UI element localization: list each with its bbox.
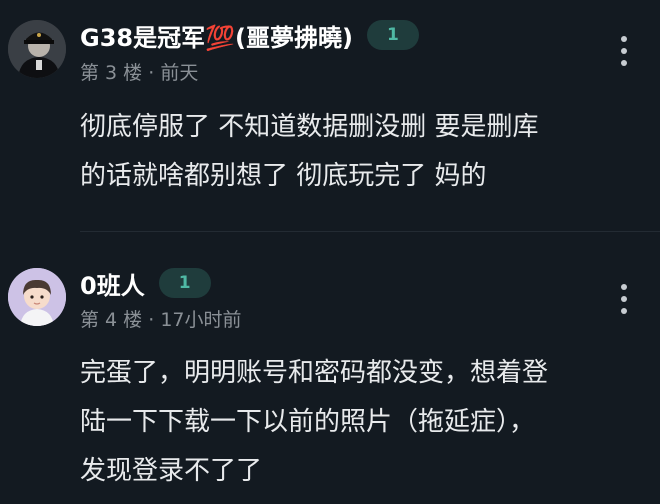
comment-line: 陆一下下载一下以前的照片（拖延症）， (80, 407, 536, 437)
comment-meta: 第 3 楼 · 前天 (80, 58, 198, 85)
floor-label: 第 4 楼 (80, 309, 143, 331)
more-vertical-icon-dot (621, 60, 627, 66)
comment-item: G38是冠军💯(噩夢拂曉) 1 第 3 楼 · 前天 彻底停服了 不知道数据删没… (0, 0, 660, 232)
comment-line: 的话就啥都别想了 彻底玩完了 妈的 (80, 161, 487, 191)
comment-meta: 第 4 楼 · 17小时前 (80, 305, 242, 332)
comment-header: 0班人 1 (80, 266, 211, 300)
comment-item: 0班人 1 第 4 楼 · 17小时前 完蛋了，明明账号和密码都没变，想着登 陆… (0, 236, 660, 504)
avatar[interactable] (8, 268, 66, 326)
more-options-button[interactable] (616, 36, 632, 66)
username[interactable]: G38是冠军💯(噩夢拂曉) (80, 18, 353, 53)
avatar-officer-image (8, 20, 66, 78)
username[interactable]: 0班人 (80, 266, 145, 301)
like-count-badge[interactable]: 1 (366, 20, 419, 50)
avatar-cartoon-boy-image (8, 268, 66, 326)
meta-separator: · (148, 62, 155, 84)
comment-line: 彻底停服了 不知道数据删没删 要是删库 (80, 112, 539, 142)
comment-header: G38是冠军💯(噩夢拂曉) 1 (80, 18, 419, 52)
more-vertical-icon-dot (621, 48, 627, 54)
timestamp: 前天 (160, 62, 199, 84)
more-vertical-icon-dot (621, 296, 627, 302)
more-vertical-icon (621, 284, 627, 290)
comment-divider (80, 231, 660, 232)
like-count-badge[interactable]: 1 (158, 268, 211, 298)
more-vertical-icon (621, 36, 627, 42)
timestamp: 17小时前 (160, 309, 242, 331)
comment-line: 完蛋了，明明账号和密码都没变，想着登 (80, 358, 549, 388)
comment-body: 完蛋了，明明账号和密码都没变，想着登 陆一下下载一下以前的照片（拖延症）， 发现… (80, 349, 645, 496)
floor-label: 第 3 楼 (80, 62, 143, 84)
meta-separator: · (148, 309, 155, 331)
avatar[interactable] (8, 20, 66, 78)
comment-line: 发现登录不了了 (80, 456, 263, 486)
comment-body: 彻底停服了 不知道数据删没删 要是删库 的话就啥都别想了 彻底玩完了 妈的 (80, 103, 645, 201)
more-vertical-icon-dot (621, 308, 627, 314)
more-options-button[interactable] (616, 284, 632, 314)
